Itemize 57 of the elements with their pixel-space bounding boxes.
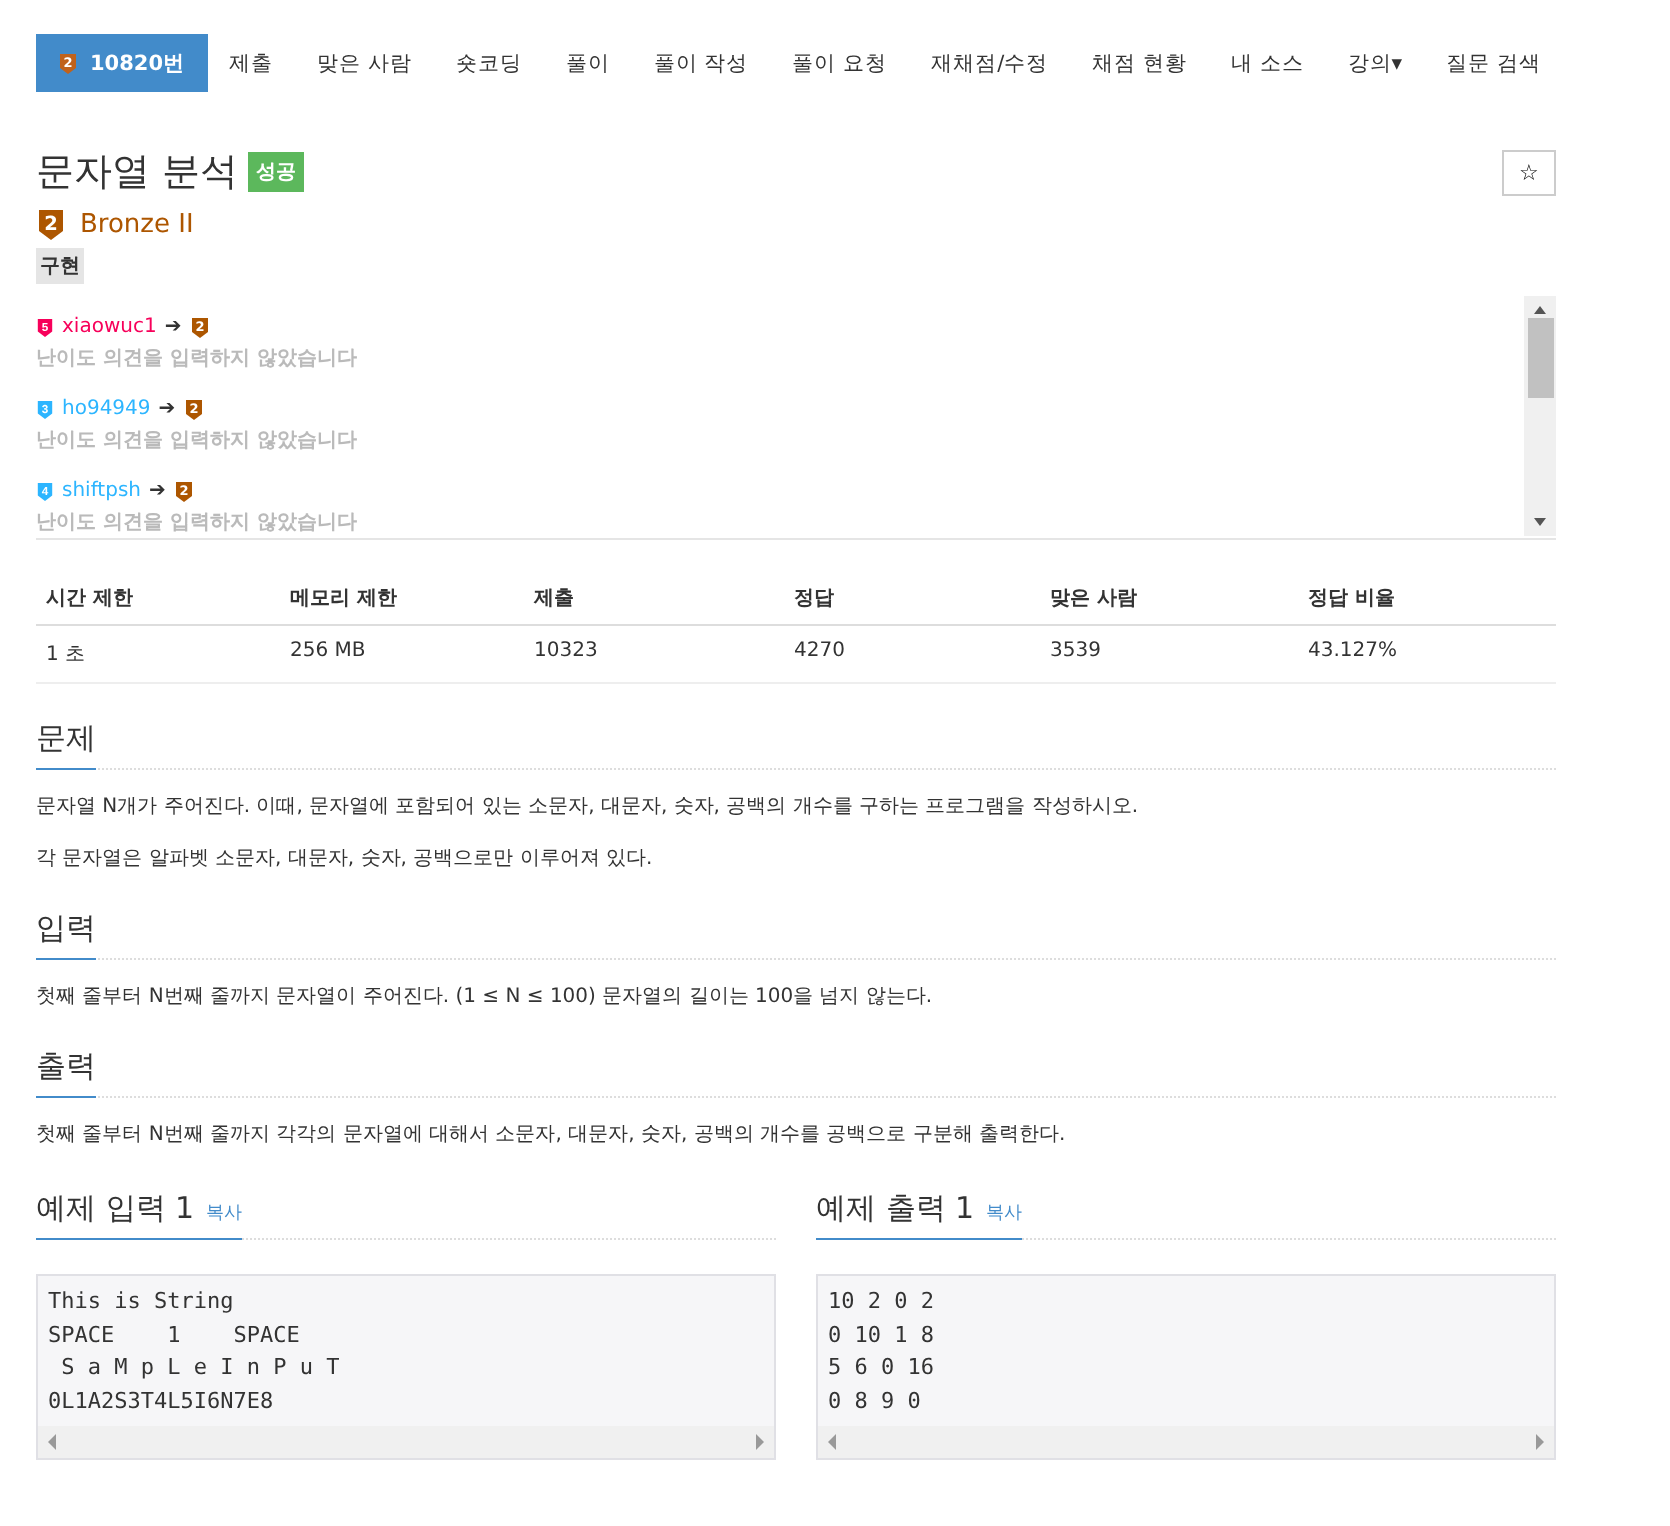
copy-link[interactable]: 복사 [206,1200,243,1226]
nav-tab[interactable]: 내 소스 [1208,34,1326,92]
opinion-text: 난이도 의견을 입력하지 않았습니다 [36,510,359,536]
arrow-glyph: ➔ [149,480,166,502]
scroll-left-icon[interactable] [46,1434,58,1450]
section-title: 문제 [36,720,96,770]
column-header: 시간 제한 [36,574,280,626]
column-header: 정답 [784,574,1040,626]
table-cell: 3539 [1040,626,1298,684]
column-header: 메모리 제한 [280,574,524,626]
problem-title: 문자열 분석 [36,148,239,198]
nav-tab[interactable]: 재채점/수정 [909,34,1071,92]
sample-text: This is String SPACE 1 SPACE S a M p L e I n P u T 0L1A2S3T4L5I6N7E8 [46,1286,342,1417]
column-header: 맞은 사람 [1040,574,1298,626]
nav-tab[interactable]: 맞은 사람 [295,34,434,92]
nav-tab[interactable]: 풀이 요청 [770,34,910,92]
description-text: 첫째 줄부터 N번째 줄까지 문자열이 주어진다. (1 ≤ N ≤ 100) 문자열의 길이는 100을 넘지 않는다. [36,984,935,1012]
description-text: 문자열 N개가 주어진다. 이때, 문자열에 포함되어 있는 소문자, 대문자, 숫자, 공백의 개수를 구하는 프로그램을 작성하시오. [36,794,1141,822]
section-title: 입력 [36,910,96,960]
opinion-text: 난이도 의견을 입력하지 않았습니다 [36,346,359,372]
user-link[interactable]: xiaowuc1 [62,316,157,338]
result-label: 성공 [248,152,305,192]
table-cell: 256 MB [280,626,524,684]
scroll-right-icon[interactable] [1534,1434,1546,1450]
favorite-button[interactable]: ☆ [1502,149,1556,195]
description-text: 첫째 줄부터 N번째 줄까지 각각의 문자열에 대해서 소문자, 대문자, 숫자, 공백의 개수를 공백으로 구분해 출력한다. [36,1122,1068,1150]
nav-tab[interactable]: 강의▾ [1325,34,1425,92]
table-cell: 1 초 [36,626,280,684]
tier-label: Bronze II [80,210,194,240]
nav-tab[interactable]: 질문 검색 [1424,34,1563,92]
section-title: 예제 출력 1 [816,1190,975,1228]
scroll-down-icon[interactable] [1532,514,1548,530]
nav-tab[interactable]: 제출 [207,34,296,92]
scroll-left-icon[interactable] [826,1434,838,1450]
copy-link[interactable]: 복사 [986,1200,1023,1226]
opinion-text: 난이도 의견을 입력하지 않았습니다 [36,428,359,454]
nav-tab[interactable]: 숏코딩 [433,34,544,92]
tier-badge-icon: 2 [36,210,66,240]
scrollbar[interactable] [38,1426,774,1458]
scroll-right-icon[interactable] [754,1434,766,1450]
algorithm-tag[interactable]: 구현 [36,248,84,284]
section-title: 출력 [36,1048,96,1098]
table-cell: 43.127% [1298,626,1556,684]
sample-text: 10 2 0 2 0 10 1 8 5 6 0 16 0 8 9 0 [826,1286,936,1417]
section-title: 예제 입력 1 [36,1190,195,1228]
description-text: 각 문자열은 알파벳 소문자, 대문자, 숫자, 공백으로만 이루어져 있다. [36,846,655,874]
table-cell: 4270 [784,626,1040,684]
nav-tab[interactable]: 풀이 작성 [631,34,771,92]
nav-tab[interactable]: 풀이 [543,34,632,92]
nav-tab[interactable]: 채점 현황 [1070,34,1209,92]
scrollbar[interactable] [818,1426,1554,1458]
arrow-glyph: ➔ [164,316,182,338]
column-header: 제출 [524,574,784,626]
table-cell: 10323 [524,626,784,684]
column-header: 정답 비율 [1298,574,1556,626]
scrollbar[interactable] [1524,296,1556,536]
arrow-glyph: ➔ [158,398,176,420]
